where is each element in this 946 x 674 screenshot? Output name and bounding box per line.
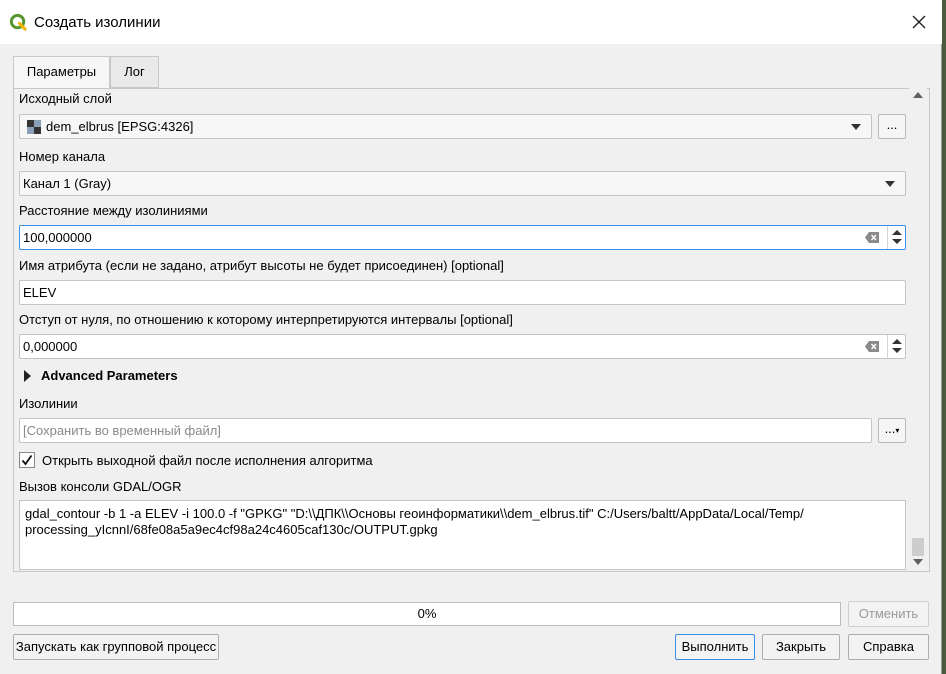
qgis-logo-icon: [9, 13, 27, 31]
cancel-button[interactable]: Отменить: [848, 601, 929, 627]
scrollbar-thumb[interactable]: [912, 538, 924, 556]
offset-stepper[interactable]: [887, 335, 905, 358]
input-layer-value: dem_elbrus [EPSG:4326]: [46, 119, 194, 134]
offset-label: Отступ от нуля, по отношению к которому …: [19, 312, 513, 327]
output-label: Изолинии: [19, 396, 78, 411]
input-layer-browse-button[interactable]: ...: [878, 114, 906, 139]
offset-spinbox[interactable]: 0,000000: [19, 334, 906, 359]
dialog-window: Создать изолинии Параметры Лог Исходный …: [0, 0, 942, 674]
band-label: Номер канала: [19, 149, 106, 164]
help-button[interactable]: Справка: [848, 634, 929, 660]
close-button[interactable]: Закрыть: [762, 634, 840, 660]
console-label: Вызов консоли GDAL/OGR: [19, 479, 182, 494]
close-icon[interactable]: [896, 0, 942, 44]
title-bar: Создать изолинии: [0, 0, 942, 44]
band-combo[interactable]: Канал 1 (Gray): [19, 171, 906, 196]
output-placeholder: [Сохранить во временный файл]: [23, 423, 221, 438]
input-layer-combo[interactable]: dem_elbrus [EPSG:4326]: [19, 114, 872, 139]
raster-layer-icon: [27, 120, 41, 134]
tab-log[interactable]: Лог: [110, 56, 159, 88]
progress-text: 0%: [417, 606, 437, 621]
attribute-input[interactable]: ELEV: [19, 280, 906, 305]
run-button[interactable]: Выполнить: [675, 634, 755, 660]
console-line: gdal_contour -b 1 -a ELEV -i 100.0 -f "G…: [25, 506, 804, 521]
gdal-console-text[interactable]: gdal_contour -b 1 -a ELEV -i 100.0 -f "G…: [19, 500, 906, 570]
progress-bar: 0%: [13, 602, 841, 626]
output-browse-button[interactable]: ...▾: [878, 418, 906, 443]
scroll-down-icon[interactable]: [913, 559, 923, 565]
open-output-label: Открыть выходной файл после исполнения а…: [42, 453, 373, 468]
checkmark-icon: [21, 454, 33, 466]
interval-spinbox[interactable]: 100,000000: [19, 225, 906, 250]
input-layer-label: Исходный слой: [19, 91, 112, 106]
interval-value: 100,000000: [23, 230, 92, 245]
advanced-parameters-toggle[interactable]: Advanced Parameters: [41, 368, 178, 383]
output-file-input[interactable]: [Сохранить во временный файл]: [19, 418, 872, 443]
clear-icon[interactable]: [865, 341, 879, 352]
parameters-scrollbar[interactable]: [909, 88, 927, 570]
clear-icon[interactable]: [865, 232, 879, 243]
attribute-label: Имя атрибута (если не задано, атрибут вы…: [19, 258, 504, 273]
open-output-checkbox[interactable]: [19, 452, 35, 468]
chevron-down-icon: [885, 181, 895, 187]
interval-stepper[interactable]: [887, 226, 905, 249]
offset-value: 0,000000: [23, 339, 78, 354]
tab-parameters[interactable]: Параметры: [13, 56, 110, 89]
chevron-down-icon: [851, 124, 861, 130]
window-title: Создать изолинии: [34, 14, 161, 31]
scroll-up-icon[interactable]: [913, 92, 923, 98]
batch-process-button[interactable]: Запускать как групповой процесс: [13, 634, 219, 660]
console-line: processing_yIcnnI/68fe08a5a9ec4cf98a24c4…: [25, 522, 438, 537]
expand-arrow-icon[interactable]: [24, 370, 31, 382]
band-value: Канал 1 (Gray): [23, 176, 112, 191]
interval-label: Расстояние между изолиниями: [19, 203, 208, 218]
attribute-value: ELEV: [23, 285, 57, 300]
